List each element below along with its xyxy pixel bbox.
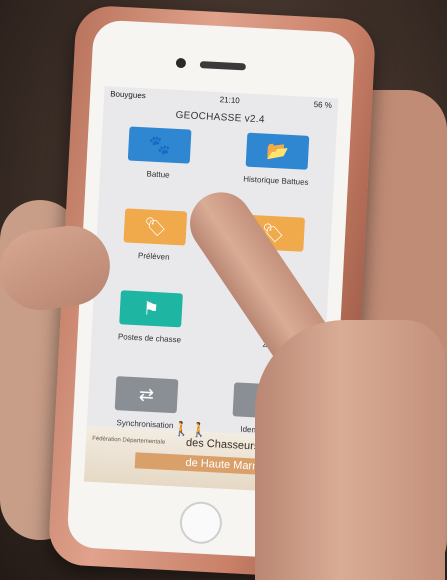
tile-label: Battue: [146, 169, 170, 180]
flag-icon[interactable]: ⚑: [119, 290, 183, 328]
camera-icon: [175, 57, 187, 69]
battery-label: 56 %: [313, 99, 333, 110]
home-button[interactable]: [178, 500, 223, 545]
tile-battue[interactable]: 🐾 Battue: [104, 125, 215, 182]
time-label: 21:10: [219, 94, 240, 105]
palm: [255, 320, 445, 580]
tile-label: Postes de chasse: [117, 332, 182, 345]
tile-label: Prélèven: [137, 251, 170, 262]
federation-label: Fédération Départementale: [91, 435, 166, 446]
sync-icon[interactable]: ⇄: [114, 376, 179, 414]
paw-icon[interactable]: 🐾: [127, 126, 192, 164]
chasseurs-label: des Chasseurs: [185, 436, 260, 453]
tag-icon[interactable]: 🏷: [123, 208, 188, 246]
tile-historique-battues[interactable]: 📂 Historique Battues: [222, 131, 333, 188]
tile-postes-de-chasse[interactable]: ⚑ Postes de chasse: [95, 289, 206, 346]
folder-icon[interactable]: 📂: [245, 132, 310, 170]
carrier-label: Bouygues: [110, 88, 147, 100]
speaker-grille: [199, 61, 247, 71]
tile-label: Historique Battues: [243, 174, 309, 187]
